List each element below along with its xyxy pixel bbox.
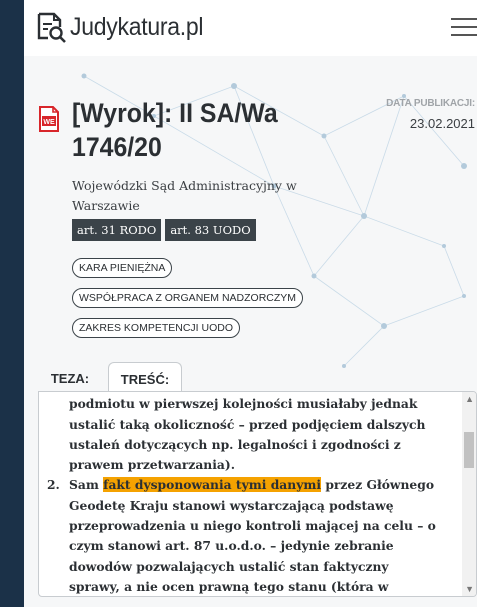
logo-text: Judykatura.pl (70, 12, 204, 41)
site-header: Judykatura.pl (24, 0, 477, 56)
content-scrollbar[interactable]: ▲ ▼ (462, 392, 476, 596)
text-line: sprawy, a nie ocen prawną tego stanu (kt… (69, 578, 389, 594)
tab-tresc[interactable]: TREŚĆ: (108, 362, 182, 392)
text-line: ustaleń dotyczących np. legalności i zgo… (69, 436, 401, 452)
word-document-icon: WE (39, 106, 59, 132)
text-line: dowodów pozwalających ustalić stan fakty… (69, 558, 389, 574)
article-tags: art. 31 RODO art. 83 UODO (72, 219, 256, 241)
keyword-tag[interactable]: WSPÓŁPRACA Z ORGANEM NADZORCZYM (72, 288, 304, 308)
hamburger-menu-icon[interactable] (451, 18, 477, 38)
scroll-up-arrow-icon[interactable]: ▲ (465, 394, 474, 404)
court-name: Wojewódzki Sąd Administracyjny w Warszaw… (72, 178, 297, 213)
thesis-text: podmiotu w pierwszej kolejności musiałab… (39, 392, 455, 596)
page-title: [Wyrok]: II SA/Wa 1746/20 (72, 98, 278, 162)
item-number: 2. (47, 477, 60, 493)
keyword-tags: KARA PIENIĘŻNA WSPÓŁPRACA Z ORGANEM NADZ… (72, 258, 304, 348)
text-line: prawem przetwarzania). (69, 457, 235, 473)
thesis-content-box[interactable]: podmiotu w pierwszej kolejności musiałab… (38, 391, 477, 597)
text-fragment: Sam (69, 477, 104, 493)
document-search-icon (37, 12, 66, 43)
thesis-item-2: 2. Sam fakt dysponowania tymi danymi prz… (47, 475, 455, 596)
site-logo[interactable]: Judykatura.pl (34, 10, 215, 44)
text-line: Geodetę Kraju stanowi wystarczającą pods… (69, 497, 394, 513)
article-tag-rodo[interactable]: art. 31 RODO (72, 219, 162, 241)
highlighted-phrase: fakt dysponowania tymi danymi (103, 477, 322, 493)
text-line: ustalić taką okoliczność – przed podjęci… (69, 416, 426, 432)
article-tag-uodo[interactable]: art. 83 UODO (165, 219, 256, 241)
text-line: przeprowadzenia u niego kontroli mającej… (69, 518, 436, 534)
svg-text:WE: WE (43, 119, 55, 126)
keyword-tag[interactable]: KARA PIENIĘŻNA (72, 258, 173, 278)
scroll-thumb[interactable] (464, 432, 474, 468)
publication-date-label: DATA PUBLIKACJI: (386, 98, 475, 109)
text-fragment: przez Głównego (321, 477, 435, 493)
content-tabs: TEZA: TREŚĆ: (38, 362, 476, 392)
tab-teza[interactable]: TEZA: (38, 362, 102, 392)
thesis-item-1: podmiotu w pierwszej kolejności musiałab… (69, 392, 455, 475)
page: Judykatura.pl WE [Wyrok]: II SA/Wa 1746/… (24, 0, 477, 607)
text-line: podmiotu w pierwszej kolejności musiałab… (69, 396, 418, 412)
keyword-tag[interactable]: ZAKRES KOMPETENCJI UODO (72, 318, 241, 338)
scroll-down-arrow-icon[interactable]: ▼ (465, 584, 474, 594)
text-line: czym stanowi art. 87 u.o.d.o. – jedynie … (69, 538, 394, 554)
publication-date: 23.02.2021 (409, 116, 475, 131)
